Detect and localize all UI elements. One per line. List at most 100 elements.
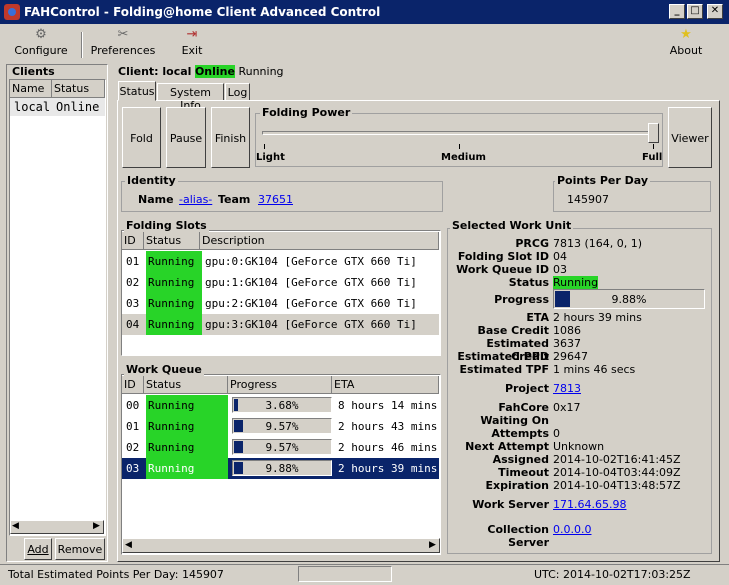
wu-cs-value[interactable]: 0.0.0.0 xyxy=(553,523,591,536)
selected-wu-title: Selected Work Unit xyxy=(450,219,574,232)
wu-base-label: Base Credit xyxy=(477,324,549,337)
window-title: FAHControl - Folding@home Client Advance… xyxy=(24,5,381,19)
slots-col-description[interactable]: Description xyxy=(200,232,439,250)
wu-expiration-value: 2014-10-04T13:48:57Z xyxy=(553,479,681,492)
utc-status: UTC: 2014-10-02T17:03:25Z xyxy=(534,568,691,581)
slot-row[interactable]: 02 Running gpu:1:GK104 [GeForce GTX 660 Ti… xyxy=(122,272,439,293)
tab-system-info[interactable]: System Info xyxy=(157,83,224,112)
queue-col-eta[interactable]: ETA xyxy=(332,376,439,394)
folding-power-title: Folding Power xyxy=(260,106,353,119)
wu-base-value: 1086 xyxy=(553,324,581,337)
wu-slot-label: Folding Slot ID xyxy=(457,250,549,263)
wu-timeout-value: 2014-10-04T03:44:09Z xyxy=(553,466,681,479)
slots-col-status[interactable]: Status xyxy=(144,232,200,250)
wu-slot-value: 04 xyxy=(553,250,567,263)
identity-name-link[interactable]: -alias- xyxy=(179,193,212,206)
wu-next-value: Unknown xyxy=(553,440,605,453)
identity-team-label: Team xyxy=(218,193,251,206)
queue-status: Running xyxy=(146,458,228,479)
scroll-right-icon: ▶ xyxy=(429,540,436,550)
tab-status[interactable]: Status xyxy=(118,81,156,101)
identity-team-link[interactable]: 37651 xyxy=(258,193,293,206)
queue-row[interactable]: 03 Running 9.88% 2 hours 39 mins xyxy=(122,458,439,479)
slot-row[interactable]: 03 Running gpu:2:GK104 [GeForce GTX 660 Ti… xyxy=(122,293,439,314)
queue-eta: 2 hours 43 mins xyxy=(338,420,438,433)
slot-row[interactable]: 04 Running gpu:3:GK104 [GeForce GTX 660 Ti… xyxy=(122,314,439,335)
queue-id: 02 xyxy=(126,441,140,454)
exit-icon: ⇥ xyxy=(186,27,198,42)
client-header: Client: local Online Running xyxy=(118,65,284,78)
fold-button[interactable]: Fold xyxy=(122,107,161,168)
power-medium-label: Medium xyxy=(441,152,486,163)
slot-description: gpu:1:GK104 [GeForce GTX 660 Ti] xyxy=(205,276,417,289)
slot-id: 03 xyxy=(126,297,140,310)
wu-ppd-value: 29647 xyxy=(553,350,588,363)
power-full-label: Full xyxy=(642,152,663,163)
status-progress-box xyxy=(298,566,392,582)
queue-row[interactable]: 00 Running 3.68% 8 hours 14 mins xyxy=(122,395,439,416)
tab-log[interactable]: Log xyxy=(225,83,250,101)
exit-button[interactable]: ⇥ Exit xyxy=(172,28,212,62)
queue-status: Running xyxy=(146,437,228,458)
slot-row[interactable]: 01 Running gpu:0:GK104 [GeForce GTX 660 Ti… xyxy=(122,251,439,272)
wu-status-label: Status xyxy=(508,276,549,289)
wu-ws-value[interactable]: 171.64.65.98 xyxy=(553,498,626,511)
queue-id: 01 xyxy=(126,420,140,433)
clients-col-status[interactable]: Status xyxy=(52,80,105,98)
viewer-button[interactable]: Viewer xyxy=(668,107,712,168)
wu-timeout-label: Timeout xyxy=(498,466,549,479)
wu-progress-text: 9.88% xyxy=(611,293,647,306)
tick-medium xyxy=(459,144,460,149)
slot-status: Running xyxy=(146,293,202,314)
client-header-state: Running xyxy=(238,65,284,78)
queue-col-id[interactable]: ID xyxy=(122,376,144,394)
queue-hscrollbar[interactable]: ◀ ▶ xyxy=(122,538,440,553)
queue-progress-bar: 9.57% xyxy=(232,439,332,455)
power-slider-thumb[interactable] xyxy=(648,123,659,143)
slot-id: 04 xyxy=(126,318,140,331)
wu-ppd-label: Estimated PPD xyxy=(457,350,549,363)
queue-progress-bar: 9.88% xyxy=(232,460,332,476)
power-slider-track[interactable] xyxy=(262,131,658,135)
queue-progress-text: 3.68% xyxy=(265,399,299,412)
tick-full xyxy=(653,144,654,149)
work-queue-title: Work Queue xyxy=(124,363,204,376)
scroll-left-icon: ◀ xyxy=(12,521,19,531)
remove-client-button[interactable]: Remove xyxy=(55,538,105,560)
scroll-right-icon: ▶ xyxy=(93,521,100,531)
close-button[interactable]: ✕ xyxy=(707,4,723,19)
tick-light xyxy=(264,144,265,149)
wu-tpf-label: Estimated TPF xyxy=(459,363,549,376)
slot-description: gpu:0:GK104 [GeForce GTX 660 Ti] xyxy=(205,255,417,268)
wu-ws-label: Work Server xyxy=(472,498,549,511)
maximize-button[interactable]: □ xyxy=(687,4,703,19)
clients-col-name[interactable]: Name xyxy=(10,80,52,98)
queue-row[interactable]: 01 Running 9.57% 2 hours 43 mins xyxy=(122,416,439,437)
about-button[interactable]: ★ About xyxy=(664,28,708,62)
add-client-button[interactable]: Add xyxy=(24,538,52,560)
queue-row[interactable]: 02 Running 9.57% 2 hours 46 mins xyxy=(122,437,439,458)
preferences-button[interactable]: ✂ Preferences xyxy=(88,28,158,62)
wu-core-label: FahCore xyxy=(498,401,549,414)
queue-col-progress[interactable]: Progress xyxy=(228,376,332,394)
app-icon xyxy=(4,4,20,20)
slots-col-id[interactable]: ID xyxy=(122,232,144,250)
configure-button[interactable]: ⚙ Configure xyxy=(10,28,72,62)
configure-label: Configure xyxy=(14,44,68,57)
wu-core-value: 0x17 xyxy=(553,401,581,414)
queue-col-status[interactable]: Status xyxy=(144,376,228,394)
queue-id: 03 xyxy=(126,462,140,475)
ppd-value: 145907 xyxy=(567,193,609,206)
client-row[interactable]: local Online xyxy=(10,98,105,116)
wu-project-value[interactable]: 7813 xyxy=(553,382,581,395)
minimize-button[interactable]: _ xyxy=(669,4,685,19)
about-star-icon: ★ xyxy=(680,27,692,42)
clients-hscrollbar[interactable]: ◀ ▶ xyxy=(10,520,104,534)
wu-waiting-label: Waiting On xyxy=(480,414,549,427)
finish-button[interactable]: Finish xyxy=(211,107,250,168)
client-name: local xyxy=(14,100,51,114)
pause-button[interactable]: Pause xyxy=(166,107,206,168)
wu-next-label: Next Attempt xyxy=(465,440,549,453)
wu-attempts-label: Attempts xyxy=(491,427,549,440)
total-ppd-status: Total Estimated Points Per Day: 145907 xyxy=(8,568,224,581)
